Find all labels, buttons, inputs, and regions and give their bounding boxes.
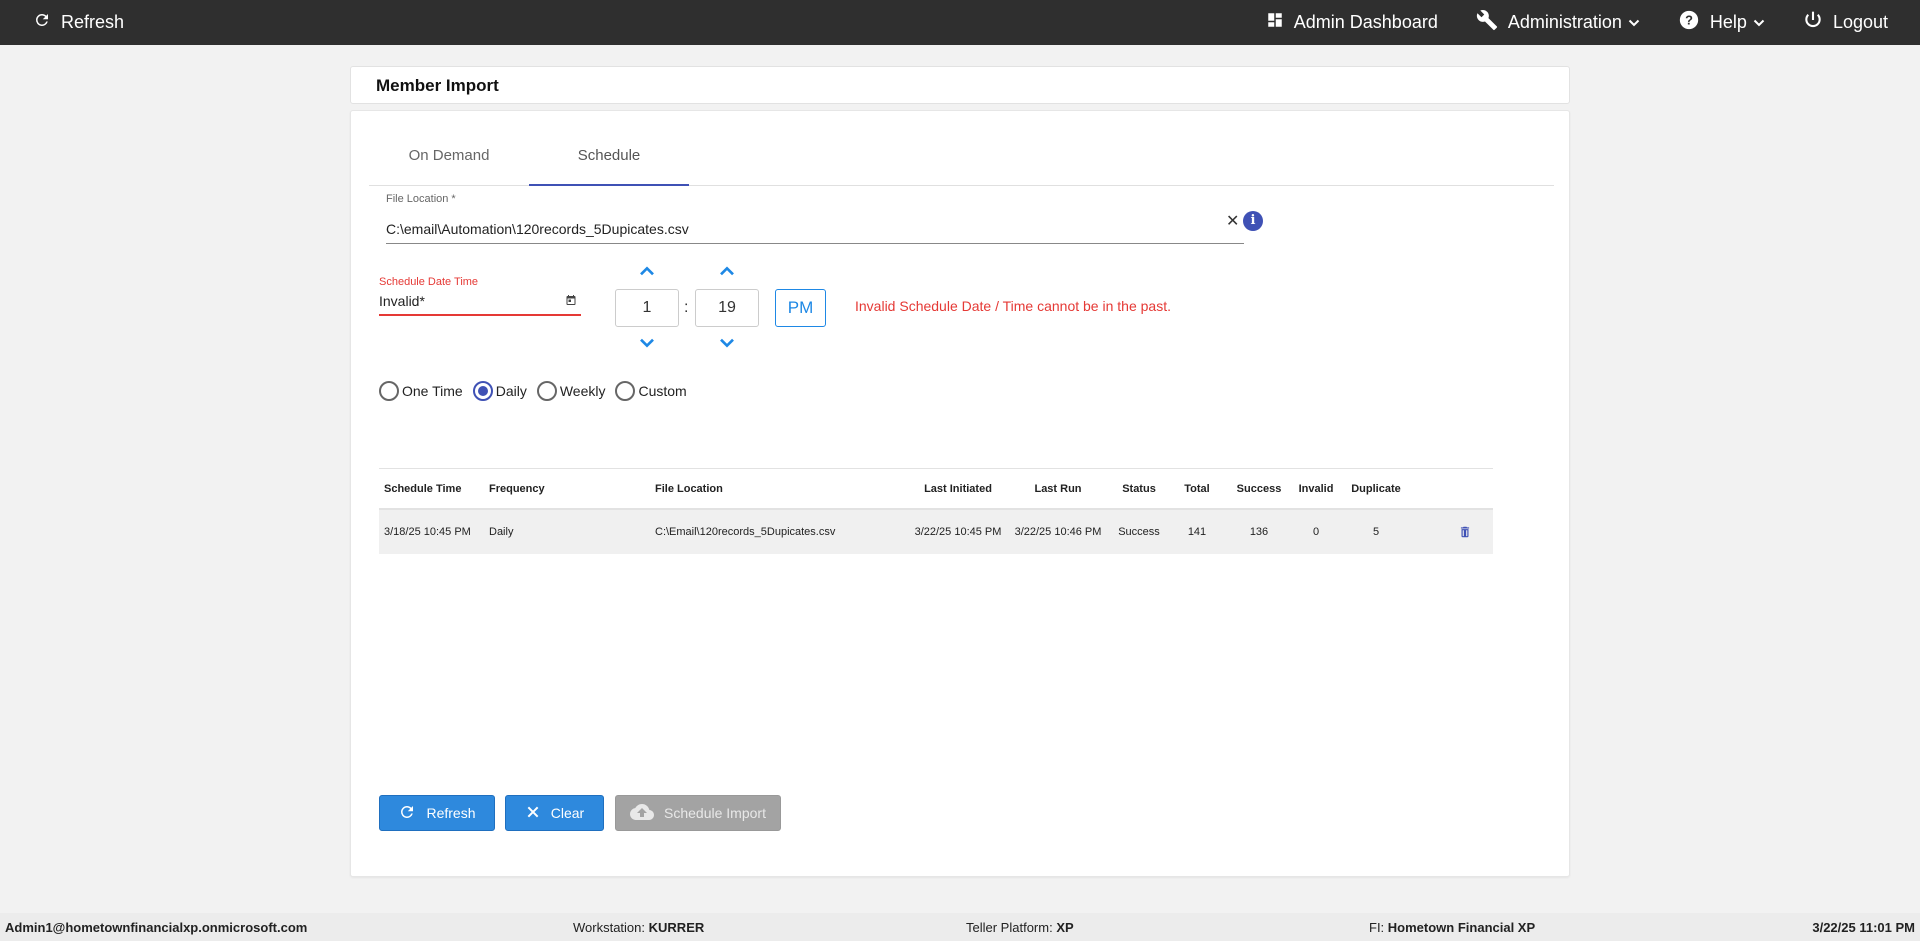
schedule-date-label: Schedule Date Time <box>379 276 479 288</box>
logout-button[interactable]: Logout <box>1803 10 1888 35</box>
radio-circle <box>615 381 636 401</box>
cell-last-run: 3/22/25 10:46 PM <box>1014 526 1102 538</box>
help-label: Help <box>1709 12 1747 32</box>
col-total: Total <box>1184 482 1210 495</box>
cell-duplicate: 5 <box>1372 526 1380 538</box>
hour-down-chevron-icon[interactable] <box>637 336 657 350</box>
refresh-button[interactable]: Refresh <box>379 795 495 831</box>
footer-workstation-label: Workstation: <box>573 920 646 935</box>
administration-label: Administration <box>1507 12 1622 32</box>
file-location-label: File Location * <box>386 193 456 205</box>
clear-button[interactable]: Clear <box>505 795 604 831</box>
topbar-refresh-button[interactable]: Refresh <box>33 0 124 45</box>
help-icon: ? <box>1678 9 1700 36</box>
cell-frequency: Daily <box>489 526 514 538</box>
time-separator: : <box>684 299 689 316</box>
schedule-import-button[interactable]: Schedule Import <box>615 795 781 831</box>
cell-schedule-time: 3/18/25 10:45 PM <box>384 526 471 538</box>
admin-dashboard-link[interactable]: Admin Dashboard <box>1266 11 1438 34</box>
cell-total: 141 <box>1187 526 1207 538</box>
tab-bar: On Demand Schedule <box>369 131 1554 186</box>
radio-label: Custom <box>638 383 687 399</box>
radio-daily[interactable]: Daily <box>472 381 527 401</box>
radio-weekly[interactable]: Weekly <box>536 381 606 401</box>
hour-input[interactable]: 1 <box>615 289 679 327</box>
footer-user: Admin1@hometownfinancialxp.onmicrosoft.c… <box>5 920 308 935</box>
schedule-table: Schedule Time Frequency File Location La… <box>379 468 1493 554</box>
col-schedule-time: Schedule Time <box>384 482 462 495</box>
refresh-button-label: Refresh <box>426 805 476 821</box>
footer-platform-label: Teller Platform: <box>966 920 1053 935</box>
info-icon[interactable]: i <box>1243 211 1263 231</box>
col-success: Success <box>1236 482 1282 495</box>
schedule-date-input[interactable]: Schedule Date Time Invalid* <box>379 276 581 316</box>
col-invalid: Invalid <box>1298 482 1334 495</box>
close-icon <box>525 804 551 823</box>
status-footer: Admin1@hometownfinancialxp.onmicrosoft.c… <box>0 913 1920 941</box>
col-file-location: File Location <box>655 482 723 495</box>
file-location-input[interactable]: C:\email\Automation\120records_5Dupicate… <box>386 209 1244 244</box>
cloud-upload-icon <box>630 803 664 824</box>
admin-dashboard-label: Admin Dashboard <box>1293 12 1438 32</box>
top-bar: Refresh Admin Dashboard Administration ?… <box>0 0 1920 45</box>
minute-down-chevron-icon[interactable] <box>717 336 737 350</box>
administration-menu[interactable]: Administration <box>1476 9 1640 36</box>
col-last-run: Last Run <box>1034 482 1082 495</box>
col-frequency: Frequency <box>489 482 545 495</box>
radio-circle <box>379 381 399 401</box>
help-menu[interactable]: ? Help <box>1678 9 1765 36</box>
radio-custom[interactable]: Custom <box>615 381 687 401</box>
col-duplicate: Duplicate <box>1351 482 1401 495</box>
radio-label: Weekly <box>559 383 606 399</box>
footer-datetime: 3/22/25 11:01 PM <box>1812 920 1915 935</box>
member-import-panel: On Demand Schedule File Location * C:\em… <box>350 110 1570 877</box>
radio-label: One Time <box>402 383 463 399</box>
page-title: Member Import <box>376 76 499 95</box>
cell-invalid: 0 <box>1312 526 1320 538</box>
dashboard-icon <box>1266 11 1284 34</box>
clear-button-label: Clear <box>550 805 585 821</box>
logout-label: Logout <box>1832 12 1888 32</box>
wrench-icon <box>1476 9 1498 36</box>
table-header-row: Schedule Time Frequency File Location La… <box>379 468 1493 510</box>
tab-on-demand[interactable]: On Demand <box>369 131 529 186</box>
schedule-import-label: Schedule Import <box>664 805 766 821</box>
radio-circle <box>472 381 493 401</box>
minute-up-chevron-icon[interactable] <box>717 264 737 278</box>
refresh-icon <box>33 11 51 34</box>
minute-input[interactable]: 19 <box>695 289 759 327</box>
cell-success: 136 <box>1249 526 1269 538</box>
frequency-radio-group: One Time Daily Weekly Custom <box>379 381 697 401</box>
footer-platform-value: XP <box>1056 920 1074 935</box>
footer-fi-label: FI: <box>1369 920 1385 935</box>
radio-label: Daily <box>495 383 527 399</box>
chevron-down-icon <box>1753 17 1765 29</box>
clear-file-icon[interactable]: ✕ <box>1226 211 1239 231</box>
file-location-value: C:\email\Automation\120records_5Dupicate… <box>386 221 689 237</box>
col-last-initiated: Last Initiated <box>924 482 992 495</box>
chevron-down-icon <box>1628 17 1640 29</box>
table-row[interactable]: 3/18/25 10:45 PM Daily C:\Email\120recor… <box>379 510 1493 554</box>
cell-status: Success <box>1118 526 1160 538</box>
power-icon <box>1803 10 1823 35</box>
radio-circle <box>536 381 557 401</box>
hour-up-chevron-icon[interactable] <box>637 264 657 278</box>
ampm-toggle-button[interactable]: PM <box>775 289 826 327</box>
delete-trash-icon[interactable] <box>1453 510 1477 554</box>
col-status: Status <box>1122 482 1156 495</box>
footer-workstation-value: KURRER <box>648 920 705 935</box>
schedule-error-message: Invalid Schedule Date / Time cannot be i… <box>855 298 1171 314</box>
schedule-date-value: Invalid* <box>379 293 425 309</box>
svg-text:?: ? <box>1685 13 1693 28</box>
footer-fi-value: Hometown Financial XP <box>1387 920 1536 935</box>
refresh-icon <box>398 803 426 824</box>
cell-last-initiated: 3/22/25 10:45 PM <box>914 526 1002 538</box>
cell-file-location: C:\Email\120records_5Dupicates.csv <box>655 526 836 538</box>
tab-schedule[interactable]: Schedule <box>529 131 689 186</box>
radio-one-time[interactable]: One Time <box>379 381 463 401</box>
calendar-icon[interactable] <box>565 293 577 311</box>
topbar-refresh-label: Refresh <box>61 12 125 32</box>
page-header: Member Import <box>350 66 1570 104</box>
